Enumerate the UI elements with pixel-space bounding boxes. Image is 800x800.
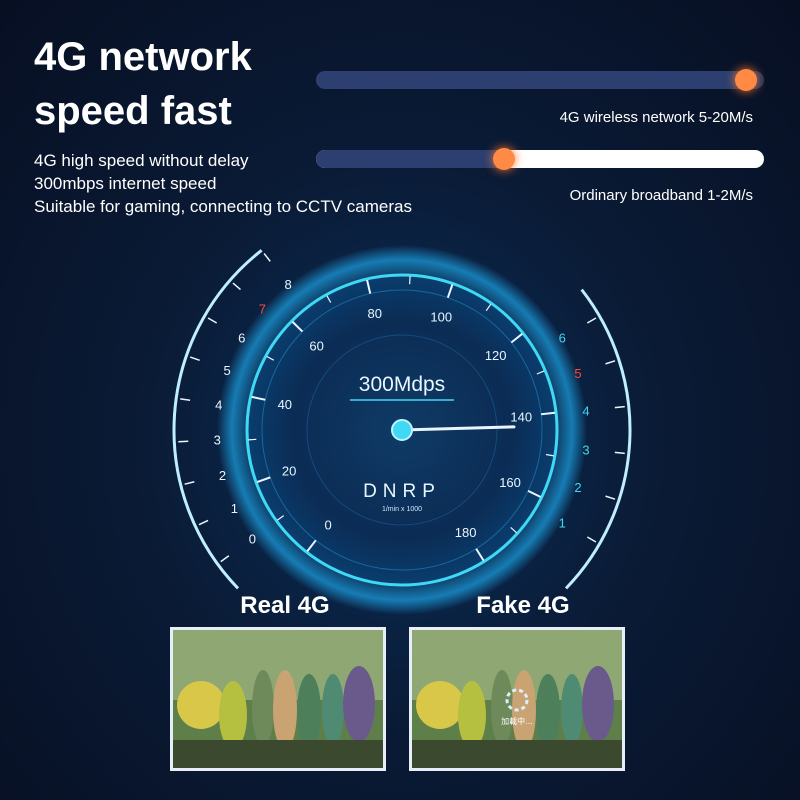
right-scale-tick bbox=[605, 495, 616, 500]
left-scale-tick bbox=[263, 253, 271, 262]
fake-4g-label: Fake 4G bbox=[476, 592, 570, 619]
right-scale-tick bbox=[586, 317, 597, 324]
left-scale-label: 6 bbox=[238, 331, 245, 346]
left-scale-tick bbox=[178, 440, 189, 443]
right-scale-tick bbox=[586, 536, 597, 543]
gauge-tick-label: 60 bbox=[309, 339, 323, 354]
left-scale-label: 0 bbox=[249, 532, 256, 547]
left-scale-label: 5 bbox=[223, 363, 230, 378]
left-scale-label: 7 bbox=[259, 302, 266, 317]
gauge-speed-text: 300Mdps bbox=[359, 373, 445, 396]
right-scale-label: 4 bbox=[582, 404, 589, 419]
gauge-tick-label: 120 bbox=[485, 348, 507, 363]
real-4g-label: Real 4G bbox=[240, 592, 330, 619]
gauge-tick-label: 100 bbox=[430, 310, 452, 325]
gauge-tick-label: 40 bbox=[278, 397, 292, 412]
right-scale-tick bbox=[605, 360, 616, 365]
left-scale-label: 4 bbox=[215, 397, 222, 412]
right-scale-label: 2 bbox=[574, 480, 581, 495]
gauge-tick-label: 140 bbox=[510, 410, 532, 425]
fake-4g-image: 加載中... bbox=[409, 627, 625, 771]
left-scale-label: 2 bbox=[219, 468, 226, 483]
cartoon-characters-image bbox=[173, 630, 383, 768]
left-scale-tick bbox=[232, 282, 241, 291]
right-scale-label: 6 bbox=[559, 331, 566, 346]
left-scale-tick bbox=[198, 519, 209, 526]
gauge-tick-label: 160 bbox=[499, 475, 521, 490]
loading-text: 加載中... bbox=[501, 716, 533, 726]
left-scale-tick bbox=[189, 356, 200, 362]
gauge-tick-label: 20 bbox=[282, 464, 296, 479]
gauge-needle-hub bbox=[391, 419, 413, 441]
speedometer-gauge: 020406080 100120140160180 012345678 12345… bbox=[172, 245, 632, 615]
gauge-subtitle: 1/min x 1000 bbox=[382, 506, 422, 513]
left-scale-label: 1 bbox=[231, 501, 238, 516]
right-scale-label: 1 bbox=[559, 516, 566, 531]
gauge-tick-label: 0 bbox=[325, 518, 332, 533]
gauge-brand: DNRP bbox=[363, 481, 441, 502]
right-scale-tick bbox=[614, 451, 625, 455]
left-scale-tick bbox=[184, 481, 195, 485]
gauge-tick-label: 80 bbox=[368, 306, 382, 321]
right-scale-label: 3 bbox=[582, 442, 589, 457]
right-scale-tick bbox=[614, 405, 625, 409]
left-scale-label: 3 bbox=[214, 433, 221, 448]
right-scale-label: 5 bbox=[574, 366, 581, 381]
real-4g-image bbox=[170, 627, 386, 771]
gauge-tick-label: 180 bbox=[455, 525, 477, 540]
left-scale-label: 8 bbox=[284, 277, 291, 292]
left-scale-tick bbox=[207, 317, 218, 324]
left-scale-tick bbox=[220, 555, 230, 563]
gauge-tick-mark bbox=[248, 438, 257, 441]
left-scale-tick bbox=[180, 398, 191, 401]
cartoon-characters-image: 加載中... bbox=[412, 630, 622, 768]
